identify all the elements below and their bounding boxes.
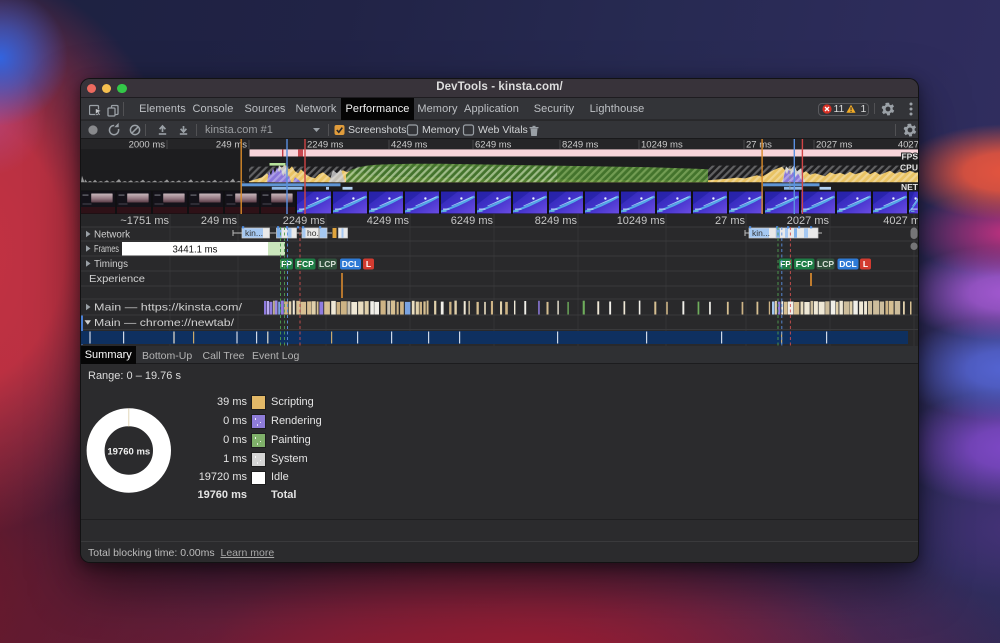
svg-text:kin...: kin...	[752, 228, 770, 238]
svg-text:2027 ms: 2027 ms	[787, 215, 830, 227]
svg-text:2027 ms: 2027 ms	[816, 140, 853, 151]
svg-text:DCL: DCL	[342, 259, 359, 269]
svg-text:FCP: FCP	[297, 259, 314, 269]
svg-text:kin...: kin...	[245, 228, 263, 238]
svg-text:NET: NET	[901, 182, 919, 192]
svg-text:Main — chrome://newtab/: Main — chrome://newtab/	[94, 317, 234, 329]
svg-text:10249 ms: 10249 ms	[617, 215, 666, 227]
svg-text:4027 m: 4027 m	[883, 215, 919, 227]
svg-text:10249 ms: 10249 ms	[641, 140, 683, 151]
svg-text:FCP: FCP	[796, 259, 813, 269]
svg-text:FPS: FPS	[901, 151, 918, 161]
svg-text:8249 ms: 8249 ms	[562, 140, 599, 151]
svg-text:249 ms: 249 ms	[201, 215, 238, 227]
svg-text:2000 ms: 2000 ms	[129, 140, 166, 151]
svg-text:LCP: LCP	[319, 259, 336, 269]
svg-text:DCL: DCL	[839, 259, 856, 269]
svg-text:Network: Network	[94, 229, 131, 241]
svg-text:2249 ms: 2249 ms	[283, 215, 326, 227]
svg-text:249 ms: 249 ms	[216, 140, 247, 151]
svg-text:27 ms: 27 ms	[715, 215, 745, 227]
svg-text:Experience: Experience	[89, 273, 145, 285]
svg-text:8249 ms: 8249 ms	[535, 215, 578, 227]
svg-text:4249 ms: 4249 ms	[367, 215, 410, 227]
svg-text:6249 ms: 6249 ms	[451, 215, 494, 227]
svg-text:L: L	[366, 259, 371, 269]
svg-text:Frames: Frames	[94, 243, 119, 255]
svg-text:2249 ms: 2249 ms	[307, 140, 344, 151]
svg-text:6249 ms: 6249 ms	[475, 140, 512, 151]
svg-text:Main — https://kinsta.com/: Main — https://kinsta.com/	[94, 302, 242, 314]
svg-text:4249 ms: 4249 ms	[391, 140, 428, 151]
svg-text:LCP: LCP	[817, 259, 834, 269]
svg-text:~1751 ms: ~1751 ms	[120, 215, 169, 227]
svg-text:Timings: Timings	[94, 258, 128, 270]
svg-text:3441.1 ms: 3441.1 ms	[173, 243, 218, 255]
svg-text:19760 ms: 19760 ms	[107, 447, 150, 458]
svg-text:L: L	[863, 259, 868, 269]
svg-text:27 ms: 27 ms	[746, 140, 772, 151]
svg-text:FP: FP	[281, 259, 292, 269]
svg-text:CPU: CPU	[900, 163, 918, 173]
svg-text:ho.: ho.	[307, 228, 319, 238]
svg-text:4027: 4027	[898, 140, 919, 151]
